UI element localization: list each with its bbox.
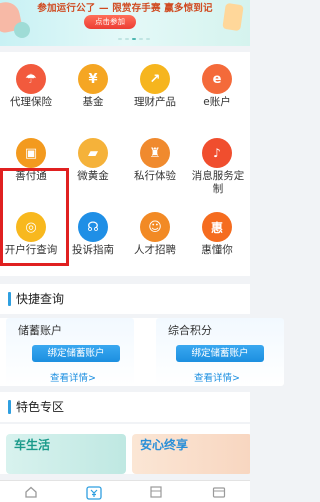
bell-icon: ♪ — [202, 138, 232, 168]
person-icon: ☺ — [140, 212, 170, 242]
grid-item-insurance[interactable]: ☂ 代理保险 — [0, 54, 62, 112]
points-card[interactable]: 综合积分 绑定储蓄账户 查看详情> — [156, 318, 284, 386]
grid-item-complaint-guide[interactable]: ☊ 投诉指南 — [62, 202, 124, 260]
card-title: 储蓄账户 — [18, 324, 62, 337]
banner-pager — [118, 38, 150, 40]
bank-search-icon: ◎ — [16, 212, 46, 242]
feature-zone-panel: 车生活 安心终享 — [0, 424, 250, 474]
grid-item-label: 开户行查询 — [4, 244, 58, 256]
banner-headline: 参加运行公了 — 限赏存手赛 赢多惊到记 — [37, 3, 213, 14]
umbrella-icon: ☂ — [16, 64, 46, 94]
private-bank-icon: ♜ — [140, 138, 170, 168]
nav-apps[interactable] — [125, 481, 188, 502]
coin-bag-icon: ¥ — [78, 64, 108, 94]
section-header-features: 特色专区 — [0, 392, 250, 422]
section-title: 特色专区 — [16, 400, 65, 414]
grid-item-label: 基金 — [82, 96, 104, 108]
grid-item-wealth-products[interactable]: ↗ 理财产品 — [124, 54, 186, 112]
promo-banner[interactable]: 参加运行公了 — 限赏存手赛 赢多惊到记 点击参加 — [0, 0, 250, 46]
grid-item-shanfutong[interactable]: ▣ 善付通 — [0, 128, 62, 186]
banner-join-button[interactable]: 点击参加 — [84, 15, 136, 29]
home-icon — [25, 486, 37, 498]
grid-item-label: 私行体验 — [134, 170, 176, 182]
e-account-icon: e — [202, 64, 232, 94]
grid-item-label: 惠懂你 — [201, 244, 233, 256]
grid-item-label: e账户 — [203, 96, 231, 108]
grid-item-label: 代理保险 — [10, 96, 52, 108]
banner-decoration — [14, 22, 30, 38]
headset-icon: ☊ — [78, 212, 108, 242]
grid-item-recruitment[interactable]: ☺ 人才招聘 — [124, 202, 186, 260]
grid-item-micro-gold[interactable]: ▰ 微黄金 — [62, 128, 124, 186]
bind-savings-account-button[interactable]: 绑定储蓄账户 — [32, 345, 120, 362]
bind-savings-account-button[interactable]: 绑定储蓄账户 — [176, 345, 264, 362]
section-accent-bar — [8, 400, 11, 414]
quick-query-panel: 储蓄账户 绑定储蓄账户 查看详情> 综合积分 绑定储蓄账户 查看详情> — [0, 318, 284, 386]
grid-item-hui-dong-ni[interactable]: 惠 惠懂你 — [186, 202, 248, 260]
grid-item-label: 善付通 — [15, 170, 47, 182]
bottom-nav — [0, 480, 250, 502]
card-title: 综合积分 — [168, 324, 212, 337]
feature-card-peace-of-mind[interactable]: 安心终享 — [132, 434, 250, 474]
savings-account-card[interactable]: 储蓄账户 绑定储蓄账户 查看详情> — [6, 318, 134, 386]
nav-home[interactable] — [0, 481, 63, 502]
grid-item-label: 投诉指南 — [72, 244, 114, 256]
grid-item-label: 消息服务定制 — [191, 170, 245, 195]
feature-card-car-life[interactable]: 车生活 — [6, 434, 126, 474]
grid-apps-icon — [150, 486, 162, 498]
feature-card-title: 车生活 — [14, 438, 51, 452]
finance-yen-icon — [86, 486, 102, 500]
gold-bar-icon: ▰ — [78, 138, 108, 168]
wallet-icon — [212, 487, 225, 498]
feature-card-title: 安心终享 — [140, 438, 189, 452]
grid-item-bank-branch-lookup[interactable]: ◎ 开户行查询 — [0, 202, 62, 260]
hui-icon: 惠 — [202, 212, 232, 242]
grid-item-message-service[interactable]: ♪ 消息服务定制 — [186, 128, 248, 195]
payment-card-icon: ▣ — [16, 138, 46, 168]
section-header-quick-query: 快捷查询 — [0, 284, 250, 314]
nav-finance[interactable] — [63, 481, 126, 502]
grid-item-fund[interactable]: ¥ 基金 — [62, 54, 124, 112]
service-grid: ☂ 代理保险 ¥ 基金 ↗ 理财产品 e e账户 ▣ 善付通 ▰ 微黄金 ♜ 私… — [0, 52, 250, 276]
grid-item-label: 理财产品 — [134, 96, 176, 108]
section-accent-bar — [8, 292, 11, 306]
grid-item-label: 人才招聘 — [134, 244, 176, 256]
section-title: 快捷查询 — [16, 292, 65, 306]
view-details-link[interactable]: 查看详情> — [194, 373, 240, 385]
view-details-link[interactable]: 查看详情> — [50, 373, 96, 385]
chart-up-icon: ↗ — [140, 64, 170, 94]
grid-item-e-account[interactable]: e e账户 — [186, 54, 248, 112]
grid-item-label: 微黄金 — [77, 170, 109, 182]
nav-wallet[interactable] — [188, 481, 251, 502]
grid-item-private-banking[interactable]: ♜ 私行体验 — [124, 128, 186, 186]
